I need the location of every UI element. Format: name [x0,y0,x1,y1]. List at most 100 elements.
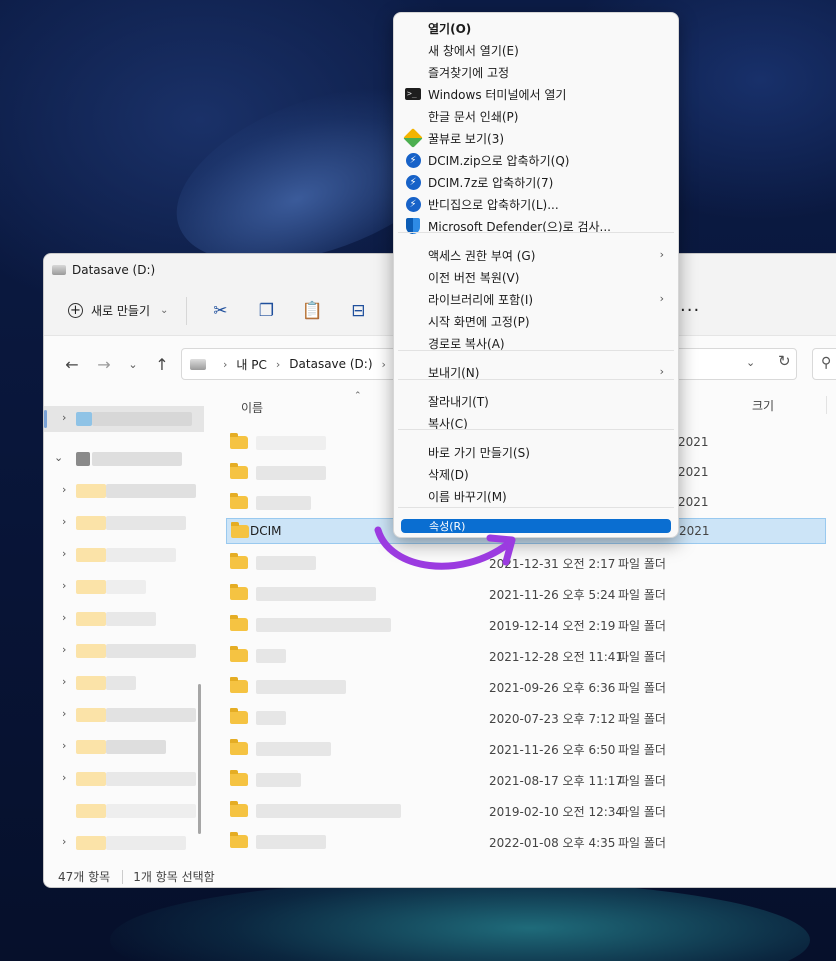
menu-item[interactable]: 바로 가기 만들기(S) [398,441,674,463]
menu-item[interactable]: 라이브러리에 포함(I) › [398,288,674,310]
nav-item-label-blurred [92,412,192,426]
wallpaper-shape [110,880,810,961]
folder-icon [230,463,248,479]
address-history-chevron-icon[interactable]: ⌄ [746,356,755,369]
nav-item[interactable]: › [44,606,204,632]
copy-icon[interactable]: ❐ [243,296,289,326]
table-row[interactable]: 2022-01-08 오후 4:35 파일 폴더 [226,829,826,855]
nav-item-selected[interactable]: › [44,406,204,432]
expand-chevron-icon[interactable]: › [62,515,66,528]
nav-item-label-blurred [106,740,166,754]
back-icon[interactable]: ← [56,355,88,374]
nav-item[interactable]: › [44,670,204,696]
menu-item[interactable]: ⚡ DCIM.7z로 압축하기(7) [398,171,674,193]
nav-item[interactable]: › [44,734,204,760]
file-name-blurred [256,496,311,510]
up-icon[interactable]: ↑ [146,355,178,374]
cut-icon[interactable]: ✂ [197,296,243,326]
expand-chevron-icon[interactable]: › [62,411,66,424]
expand-chevron-icon[interactable]: › [62,771,66,784]
annotation-arrow [374,526,516,570]
menu-item[interactable]: 이름 바꾸기(M) [398,485,674,507]
nav-item-label-blurred [106,612,156,626]
expand-chevron-icon[interactable]: › [62,643,66,656]
expand-chevron-icon[interactable]: › [62,675,66,688]
selection-count: 1개 항목 선택함 [133,870,215,884]
menu-item[interactable]: ⚡ 반디집으로 압축하기(L)... [398,193,674,215]
table-row[interactable]: 2021-08-17 오후 11:17 파일 폴더 [226,767,826,793]
menu-item[interactable]: Microsoft Defender(으)로 검사... [398,215,674,237]
nav-item[interactable]: › [44,574,204,600]
expand-chevron-icon[interactable]: › [62,739,66,752]
menu-separator [398,232,674,233]
folder-icon [230,801,248,817]
nav-item-label-blurred [106,772,196,786]
table-row[interactable]: 2019-02-10 오전 12:34 파일 폴더 [226,798,826,824]
nav-item[interactable]: › [44,766,204,792]
table-row[interactable]: 2021-09-26 오후 6:36 파일 폴더 [226,674,826,700]
folder-icon [230,433,248,449]
file-name-blurred [256,680,346,694]
expand-chevron-icon[interactable]: › [62,611,66,624]
nav-item[interactable]: › [44,702,204,728]
breadcrumb-this-pc[interactable]: 내 PC [236,356,266,373]
expand-chevron-icon[interactable]: › [62,483,66,496]
nav-item[interactable]: ⌄ [44,446,204,472]
folder-icon [76,580,106,594]
search-box[interactable]: ⚲ [812,348,836,380]
refresh-icon[interactable]: ↻ [778,352,791,370]
submenu-chevron-icon: › [659,292,664,305]
folder-icon [76,740,106,754]
table-row[interactable]: 2021-12-28 오전 11:41 파일 폴더 [226,643,826,669]
menu-item[interactable]: 복사(C) [398,412,674,434]
expand-chevron-icon[interactable]: › [62,579,66,592]
file-name-blurred [256,835,326,849]
menu-item[interactable]: 즐겨찾기에 고정 [398,61,674,83]
navigation-scrollbar[interactable] [198,684,201,834]
menu-item[interactable]: >_ Windows 터미널에서 열기 [398,83,674,105]
collapse-chevron-icon[interactable]: ⌄ [54,451,63,464]
menu-item[interactable]: 열기(O) [398,17,674,39]
column-header-name[interactable]: 이름 [241,399,263,421]
table-row[interactable]: 2019-12-14 오전 2:19 파일 폴더 [226,612,826,638]
nav-item[interactable]: › [44,542,204,568]
folder-icon [230,770,248,786]
nav-item[interactable]: › [44,638,204,664]
breadcrumb-chevron-icon[interactable]: › [276,358,280,371]
expand-chevron-icon[interactable]: › [62,547,66,560]
table-row[interactable]: 2021-11-26 오후 6:50 파일 폴더 [226,736,826,762]
recent-locations-chevron-icon[interactable]: ⌄ [120,358,146,371]
menu-item[interactable]: 새 창에서 열기(E) [398,39,674,61]
menu-item-label: 액세스 권한 부여 (G) [428,248,536,263]
menu-item[interactable]: 액세스 권한 부여 (G) › [398,244,674,266]
folder-icon [230,677,248,693]
menu-item[interactable]: 시작 화면에 고정(P) [398,310,674,332]
folder-icon [230,584,248,600]
rename-icon[interactable]: ⊟ [335,296,381,326]
table-row[interactable]: 2020-07-23 오후 7:12 파일 폴더 [226,705,826,731]
paste-icon[interactable]: 📋 [289,296,335,326]
menu-item[interactable]: ⚡ DCIM.zip으로 압축하기(Q) [398,149,674,171]
menu-item[interactable]: 삭제(D) [398,463,674,485]
breadcrumb-chevron-icon[interactable]: › [223,358,227,371]
nav-item[interactable]: › [44,830,204,856]
menu-item[interactable]: 꿀뷰로 보기(3) [398,127,674,149]
nav-item[interactable]: › [44,478,204,504]
menu-item[interactable]: 잘라내기(T) [398,390,674,412]
nav-item[interactable]: › [44,510,204,536]
more-options-icon[interactable]: ··· [680,300,700,321]
folder-icon [230,646,248,662]
file-date: 2021-12-28 오전 11:41 [489,650,624,664]
menu-item[interactable]: 한글 문서 인쇄(P) [398,105,674,127]
menu-item[interactable]: 이전 버전 복원(V) [398,266,674,288]
menu-item-label: 꿀뷰로 보기(3) [428,131,505,146]
folder-icon [230,832,248,848]
breadcrumb-chevron-icon[interactable]: › [382,358,386,371]
forward-icon[interactable]: → [88,355,120,374]
expand-chevron-icon[interactable]: › [62,835,66,848]
expand-chevron-icon[interactable]: › [62,707,66,720]
breadcrumb-datasave[interactable]: Datasave (D:) [289,357,372,371]
nav-item[interactable] [44,798,204,824]
column-header-size[interactable]: 크기 [752,397,774,419]
new-button[interactable]: + 새로 만들기 ⌄ [62,298,174,323]
